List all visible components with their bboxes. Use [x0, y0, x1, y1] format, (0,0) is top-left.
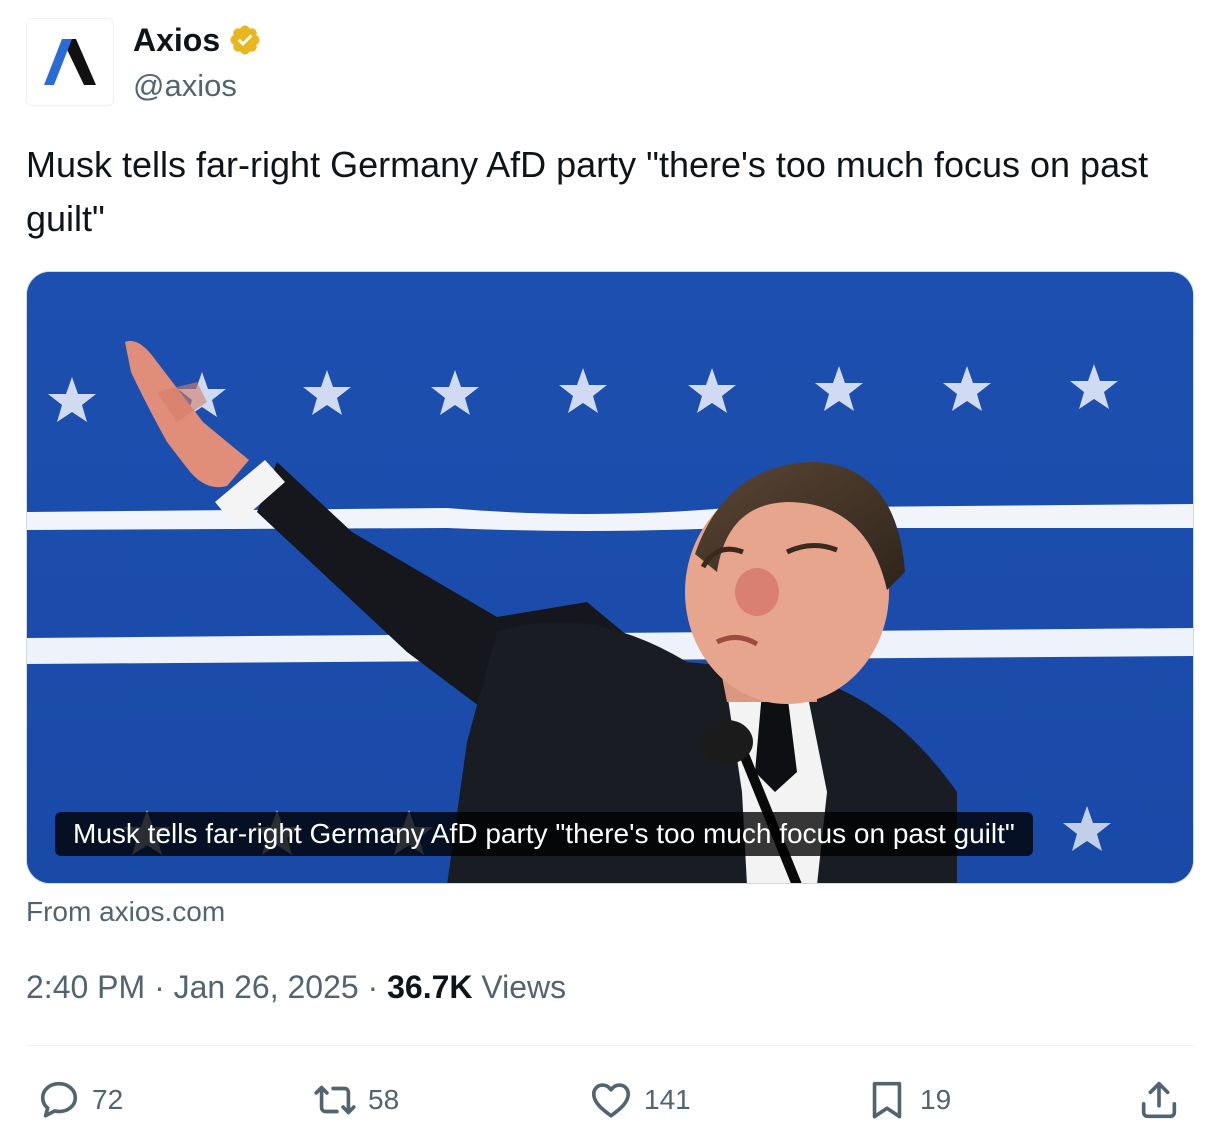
bookmark-icon: [872, 1081, 902, 1119]
tweet-media-card[interactable]: Musk tells far-right Germany AfD party "…: [26, 271, 1194, 884]
retweet-button[interactable]: 58: [312, 1072, 399, 1128]
meta-separator: ·: [367, 969, 379, 1005]
verified-badge-icon: [230, 25, 260, 55]
meta-separator: ·: [154, 969, 165, 1005]
share-icon: [1141, 1081, 1177, 1119]
bookmark-button[interactable]: 19: [864, 1072, 951, 1128]
divider: [26, 1045, 1194, 1046]
like-count: 141: [644, 1084, 691, 1115]
tweet-text: Musk tells far-right Germany AfD party "…: [26, 144, 1149, 239]
media-caption: Musk tells far-right Germany AfD party "…: [55, 812, 1033, 856]
reply-button[interactable]: 72: [36, 1072, 123, 1128]
bookmark-count: 19: [920, 1084, 952, 1115]
axios-logo-icon: [44, 39, 96, 85]
views-label: Views: [481, 969, 567, 1005]
author-avatar[interactable]: [26, 18, 114, 106]
like-button[interactable]: 141: [588, 1072, 691, 1128]
share-button[interactable]: [1136, 1072, 1182, 1128]
tweet-metadata: 2:40 PM · Jan 26, 2025 · 36.7K Views: [26, 966, 566, 1008]
tweet-date[interactable]: Jan 26, 2025: [174, 969, 359, 1005]
author-display-name[interactable]: Axios: [133, 20, 220, 60]
tweet-actions-bar: 72 58 141 19: [26, 1072, 1194, 1128]
link-source[interactable]: From axios.com: [26, 894, 225, 930]
retweet-count: 58: [368, 1084, 400, 1115]
heart-icon: [591, 1083, 631, 1118]
tweet-header: Axios @axios: [26, 18, 1192, 108]
tweet-time[interactable]: 2:40 PM: [26, 969, 145, 1005]
author-name-row[interactable]: Axios: [133, 20, 262, 60]
views-count[interactable]: 36.7K: [387, 969, 472, 1005]
retweet-icon: [314, 1085, 356, 1115]
reply-icon: [40, 1081, 78, 1118]
news-photo: [27, 272, 1193, 883]
reply-count: 72: [92, 1084, 124, 1115]
author-handle[interactable]: @axios: [133, 66, 237, 106]
